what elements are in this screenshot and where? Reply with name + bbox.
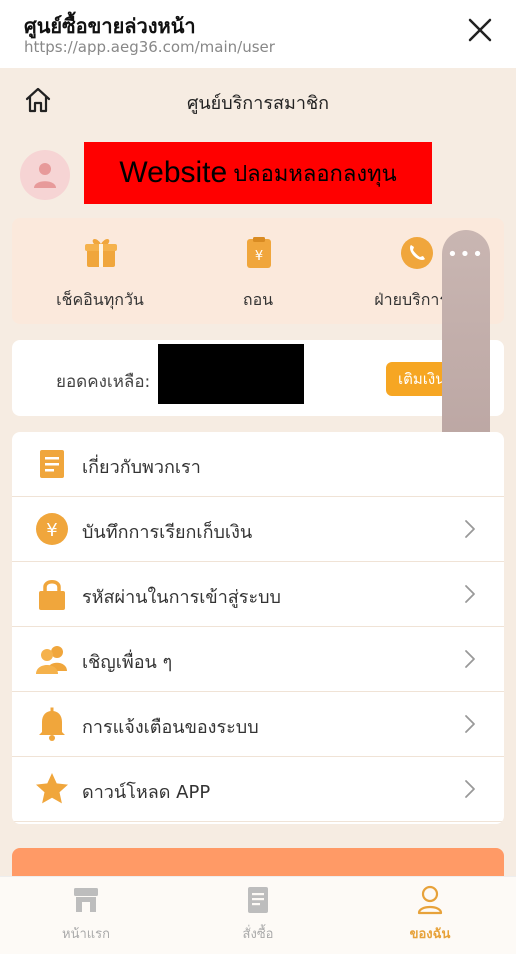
phone-icon — [401, 237, 433, 269]
browser-bar: ศูนย์ซื้อขายล่วงหน้า https://app.aeg36.c… — [0, 0, 516, 68]
quick-actions: เช็คอินทุกวัน ¥ ถอน ฝ่ายบริการลู — [12, 218, 504, 324]
yen-icon: ¥ — [36, 513, 68, 545]
quick-action-withdraw[interactable]: ¥ ถอน — [178, 218, 338, 324]
menu-item-billing[interactable]: ¥ บันทึกการเรียกเก็บเงิน — [12, 497, 504, 562]
chevron-right-icon — [465, 585, 475, 603]
menu-item-label: ดาวน์โหลด APP — [82, 782, 211, 803]
warning-main-text: Website — [119, 156, 228, 189]
svg-text:¥: ¥ — [255, 249, 263, 264]
avatar[interactable] — [20, 150, 70, 200]
chevron-right-icon — [465, 650, 475, 668]
menu-item-notifications[interactable]: การแจ้งเตือนของระบบ — [12, 692, 504, 757]
page-title: ศูนย์บริการสมาชิก — [186, 93, 330, 114]
menu-item-label: เกี่ยวกับพวกเรา — [82, 457, 201, 478]
quick-action-checkin[interactable]: เช็คอินทุกวัน — [20, 218, 180, 324]
withdraw-icon: ¥ — [247, 237, 271, 268]
user-avatar-icon — [34, 163, 56, 188]
close-icon[interactable] — [466, 16, 494, 44]
app-header: ศูนย์บริการสมาชิก — [0, 68, 516, 132]
menu-item-label: รหัสผ่านในการเข้าสู่ระบบ — [82, 587, 281, 608]
store-icon — [74, 888, 98, 912]
document-icon — [40, 450, 64, 478]
warning-sub-text: ปลอมหลอกลงทุน — [233, 161, 397, 187]
browser-url[interactable]: https://app.aeg36.com/main/user — [24, 38, 275, 56]
tab-orders[interactable]: สั่งซื้อ — [172, 877, 344, 954]
star-icon — [36, 773, 68, 804]
chevron-right-icon — [465, 780, 475, 798]
gift-icon — [85, 239, 117, 267]
lock-icon — [39, 580, 65, 610]
warning-banner: Website ปลอมหลอกลงทุน — [84, 142, 432, 204]
bell-icon — [39, 707, 65, 741]
balance-redacted — [158, 344, 304, 404]
menu-item-password[interactable]: รหัสผ่านในการเข้าสู่ระบบ — [12, 562, 504, 627]
tab-profile[interactable]: ของฉัน — [344, 877, 516, 954]
menu-item-invite[interactable]: เชิญเพื่อน ๆ — [12, 627, 504, 692]
users-icon — [36, 646, 67, 674]
tab-bar: หน้าแรก สั่งซื้อ ของฉัน — [0, 876, 516, 954]
menu-list: เกี่ยวกับพวกเรา ¥ บันทึกการเรียกเก็บเงิน… — [12, 432, 504, 824]
more-icon[interactable]: ••• — [442, 244, 490, 265]
balance-label: ยอดคงเหลือ: — [56, 372, 151, 392]
chevron-right-icon — [465, 715, 475, 733]
menu-item-label: การแจ้งเตือนของระบบ — [82, 717, 259, 738]
user-icon — [417, 885, 443, 915]
menu-item-label: เชิญเพื่อน ๆ — [82, 652, 173, 673]
menu-item-label: บันทึกการเรียกเก็บเงิน — [82, 522, 253, 543]
menu-item-about[interactable]: เกี่ยวกับพวกเรา — [12, 432, 504, 497]
tab-label: สั่งซื้อ — [242, 927, 274, 942]
svg-text:¥: ¥ — [46, 520, 57, 541]
tab-label: หน้าแรก — [62, 927, 110, 942]
quick-action-label: เช็คอินทุกวัน — [56, 290, 144, 309]
tab-label: ของฉัน — [409, 927, 451, 942]
tab-home[interactable]: หน้าแรก — [0, 877, 172, 954]
chevron-right-icon — [465, 520, 475, 538]
orders-icon — [248, 887, 268, 913]
menu-item-download-app[interactable]: ดาวน์โหลด APP — [12, 757, 504, 822]
balance-card: ยอดคงเหลือ: เติมเงิน — [12, 340, 504, 416]
quick-action-label: ถอน — [242, 290, 274, 309]
